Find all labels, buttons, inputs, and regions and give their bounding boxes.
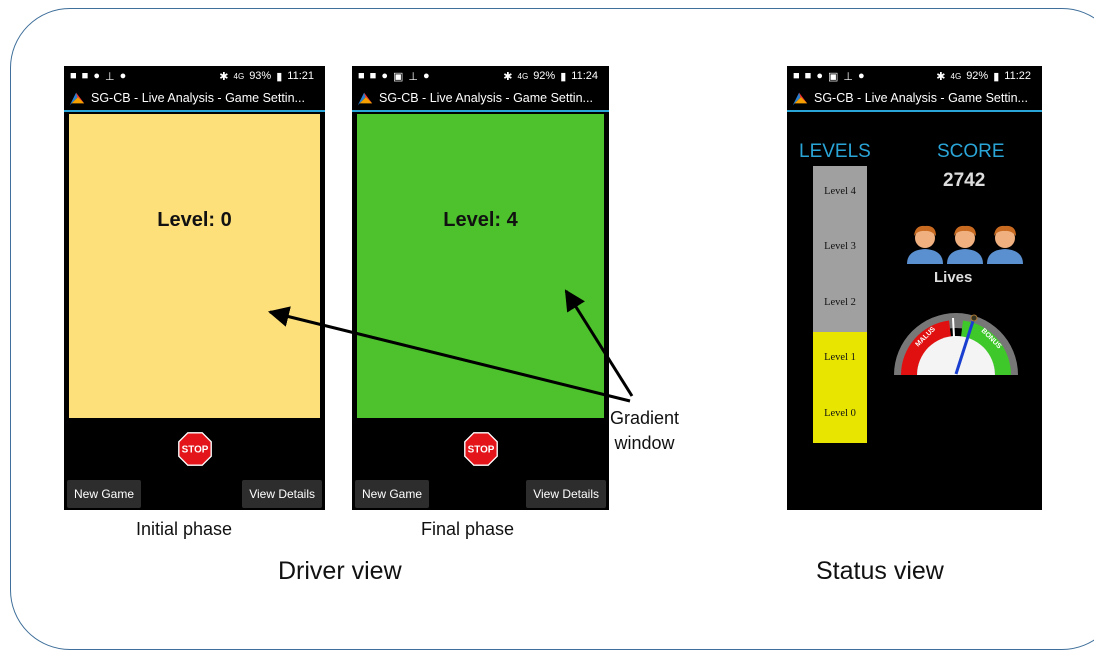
caption-initial-phase: Initial phase bbox=[136, 519, 233, 539]
gradient-window-label: Gradient window bbox=[610, 406, 679, 456]
status-view-label: Status view bbox=[816, 557, 944, 585]
annotation-arrows bbox=[267, 289, 634, 403]
caption-final-phase: Final phase bbox=[421, 519, 515, 539]
driver-view-label: Driver view bbox=[278, 557, 402, 585]
gradient-window-line1: Gradient bbox=[610, 408, 680, 428]
gradient-window-line2: window bbox=[614, 433, 675, 453]
